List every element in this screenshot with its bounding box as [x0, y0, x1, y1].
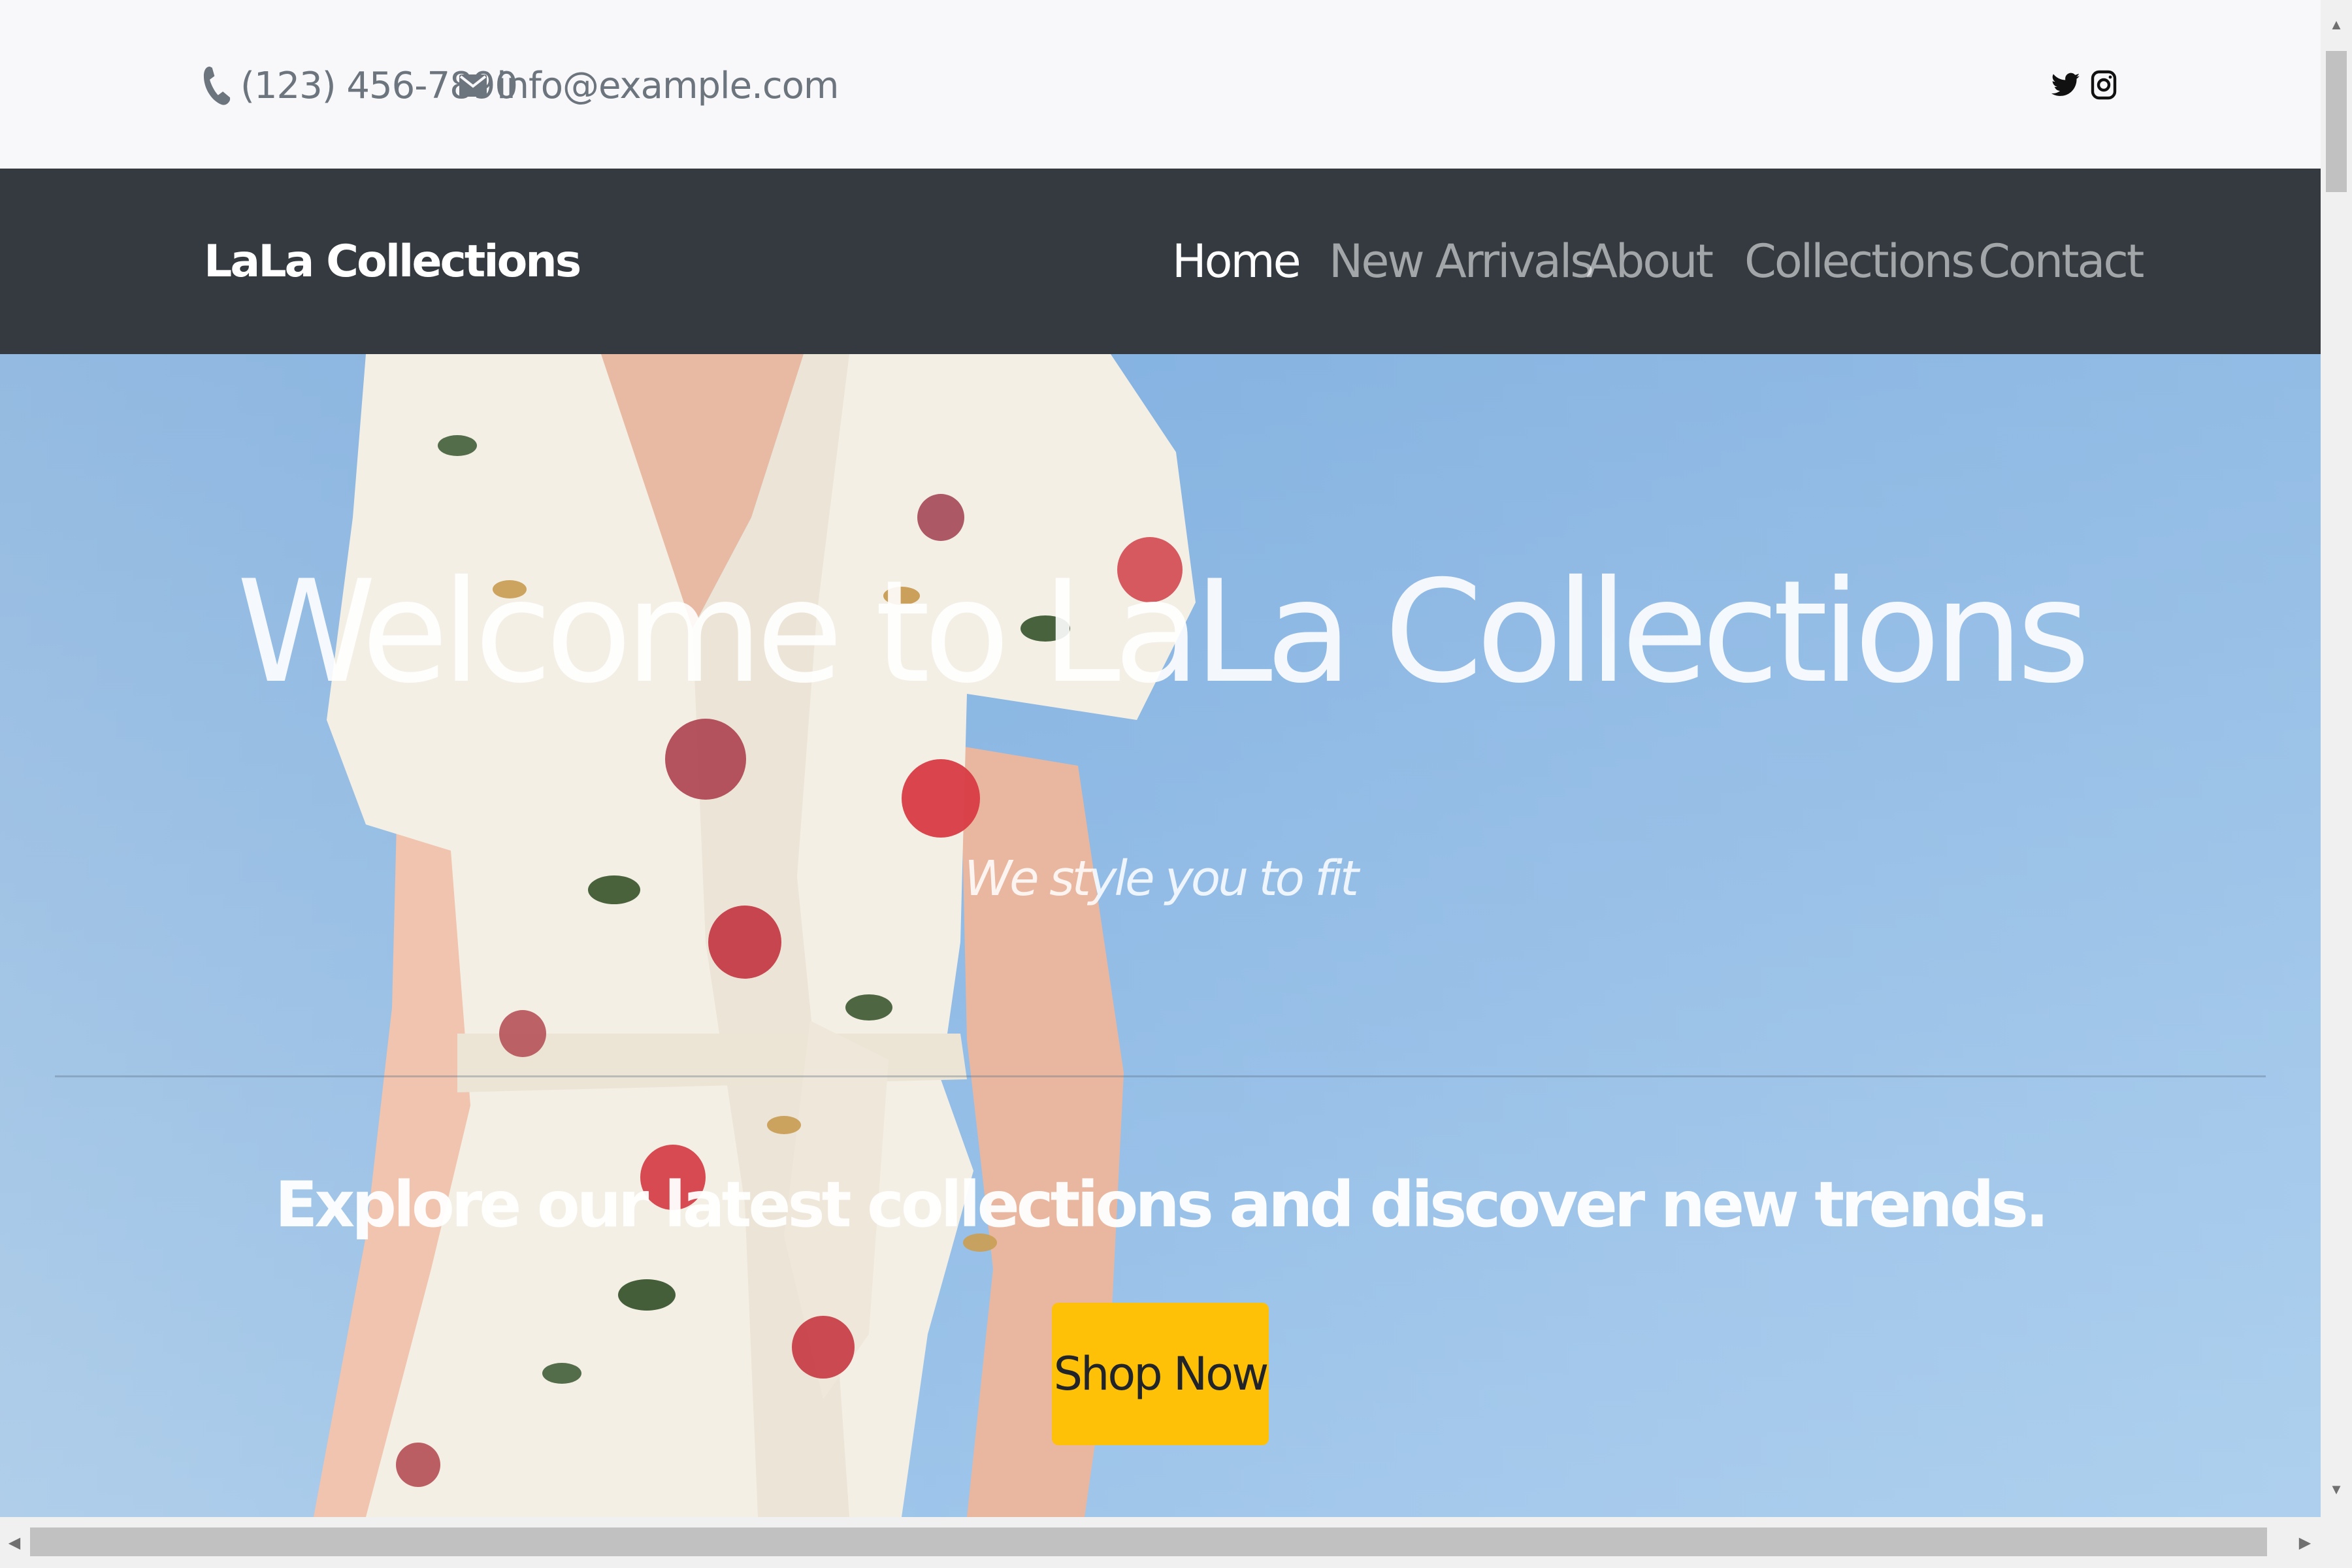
- instagram-icon[interactable]: [2088, 66, 2119, 104]
- nav-item-new-arrivals[interactable]: New Arrivals: [1329, 169, 1594, 354]
- social-links: [2050, 60, 2119, 110]
- page-viewport: (123) 456-7890 info@example.com LaLa Col…: [0, 0, 2321, 1517]
- scroll-down-icon[interactable]: ▼: [2321, 1474, 2352, 1505]
- vertical-scroll-thumb[interactable]: [2326, 51, 2347, 192]
- phone-icon: [203, 65, 234, 106]
- hero-divider: [55, 1075, 2266, 1077]
- brand-logo[interactable]: LaLa Collections: [204, 169, 581, 354]
- hero-subtitle: We style you to fit: [964, 851, 1359, 907]
- hero-lead-text: Explore our latest collections and disco…: [274, 1168, 2049, 1241]
- main-navbar: LaLa Collections Home New Arrivals About…: [0, 169, 2321, 354]
- top-contact-bar: (123) 456-7890 info@example.com: [0, 0, 2321, 169]
- nav-item-about[interactable]: About: [1586, 169, 1714, 354]
- email-address: info@example.com: [497, 64, 839, 107]
- hero-title: Welcome to LaLa Collections: [237, 550, 2090, 714]
- vertical-scrollbar[interactable]: ▲ ▼: [2321, 0, 2352, 1517]
- twitter-icon[interactable]: [2050, 66, 2082, 104]
- scroll-up-icon[interactable]: ▲: [2321, 9, 2352, 41]
- hero-section: Welcome to LaLa Collections We style you…: [0, 354, 2321, 1517]
- horizontal-scrollbar[interactable]: ◀ ▶: [0, 1517, 2352, 1568]
- scroll-right-icon[interactable]: ▶: [2291, 1524, 2319, 1561]
- nav-item-contact[interactable]: Contact: [1978, 169, 2144, 354]
- nav-item-collections[interactable]: Collections: [1744, 169, 1975, 354]
- scrollbar-corner: [2321, 1517, 2352, 1568]
- scroll-left-icon[interactable]: ◀: [0, 1524, 29, 1561]
- shop-now-button[interactable]: Shop Now: [1052, 1303, 1269, 1445]
- horizontal-scroll-thumb[interactable]: [30, 1527, 2267, 1556]
- envelope-icon: [459, 65, 490, 106]
- nav-item-home[interactable]: Home: [1172, 169, 1301, 354]
- email-contact[interactable]: info@example.com: [459, 56, 839, 115]
